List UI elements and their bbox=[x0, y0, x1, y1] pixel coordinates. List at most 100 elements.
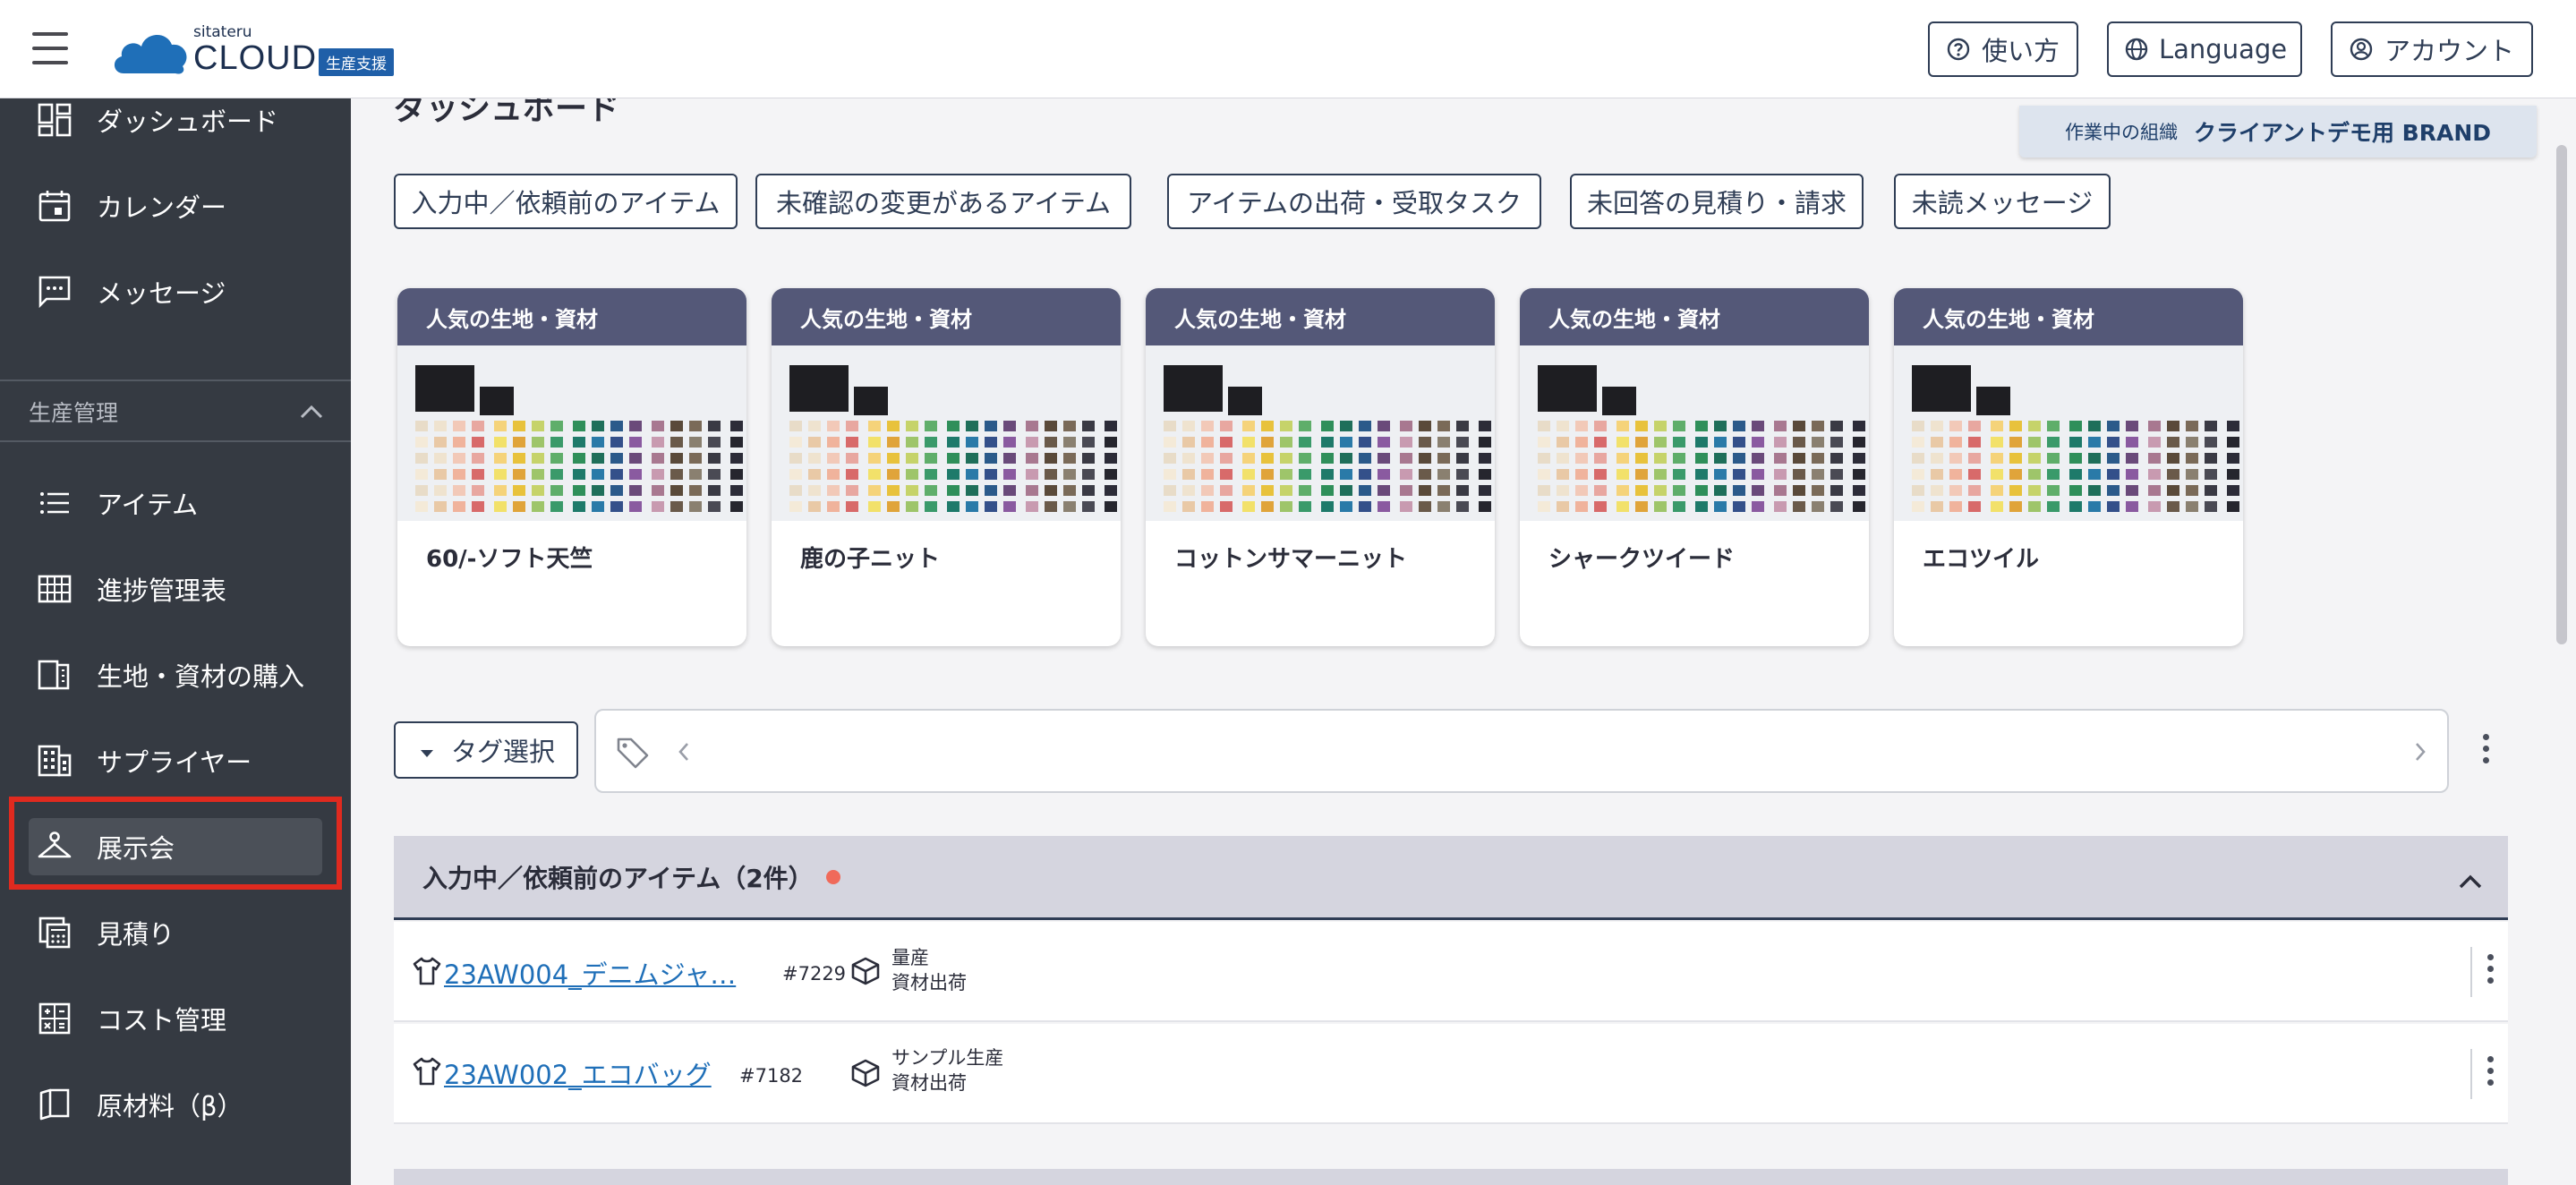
sidebar-item-dashboard[interactable]: ダッシュボード bbox=[29, 91, 322, 149]
sidebar-item-raw-materials[interactable]: 原材料（β） bbox=[29, 1076, 322, 1133]
sidebar-item-supplier[interactable]: サプライヤー bbox=[29, 732, 322, 789]
fabric-card[interactable]: 人気の生地・資材 エコツイル bbox=[1894, 288, 2243, 646]
next-section-header[interactable] bbox=[394, 1169, 2508, 1185]
chevron-up-icon bbox=[299, 399, 324, 425]
grid-table-icon bbox=[36, 570, 73, 608]
sitateru-cloud-logo[interactable]: sitateru CLOUD 生産支援 bbox=[111, 20, 415, 79]
sidebar-label-cost-management: コスト管理 bbox=[97, 1005, 227, 1036]
card-header: 人気の生地・資材 bbox=[397, 288, 746, 345]
org-name: クライアントデモ用 BRAND bbox=[2193, 120, 2492, 146]
sidebar-label-exhibition: 展示会 bbox=[97, 833, 175, 864]
item-type-tag: サンプル生産 資材出荷 bbox=[891, 1045, 1003, 1095]
fabric-swatch-graphic bbox=[1520, 345, 1869, 521]
cost-calculator-icon bbox=[36, 1000, 73, 1037]
tag-select-button[interactable]: タグ選択 bbox=[394, 721, 578, 779]
help-circle-icon bbox=[1946, 37, 1971, 62]
fabric-card[interactable]: 人気の生地・資材 コットンサマーニット bbox=[1146, 288, 1495, 646]
sidebar-label-supplier: サプライヤー bbox=[97, 747, 252, 778]
tshirt-icon bbox=[412, 956, 442, 986]
material-book-icon bbox=[36, 1086, 73, 1123]
card-fabric-name: コットンサマーニット bbox=[1174, 546, 1408, 573]
tag-icon bbox=[616, 736, 650, 773]
more-vert-icon[interactable] bbox=[2481, 734, 2490, 763]
fabric-swatch-image bbox=[1520, 345, 1869, 521]
hamburger-menu-icon[interactable] bbox=[32, 32, 68, 64]
list-icon bbox=[36, 484, 73, 522]
tag-filter-bar bbox=[594, 709, 2449, 793]
fabric-card[interactable]: 人気の生地・資材 鹿の子ニット bbox=[772, 288, 1121, 646]
sidebar-label-message: メッセージ bbox=[97, 278, 226, 309]
sidebar-item-calendar[interactable]: カレンダー bbox=[29, 177, 322, 234]
fabric-card[interactable]: 人気の生地・資材 シャークツイード bbox=[1520, 288, 1869, 646]
card-header: 人気の生地・資材 bbox=[772, 288, 1121, 345]
sidebar-nav: ダッシュボード カレンダー メッセージ 生産管理 アイテム 進捗管理表 生地・資… bbox=[0, 98, 351, 1185]
filter-shipping-tasks[interactable]: アイテムの出荷・受取タスク bbox=[1167, 174, 1541, 229]
card-header: 人気の生地・資材 bbox=[1146, 288, 1495, 345]
sidebar-label-progress-table: 進捗管理表 bbox=[97, 575, 227, 606]
filter-unanswered-estimates[interactable]: 未回答の見積り・請求 bbox=[1570, 174, 1864, 229]
language-label: Language bbox=[2159, 34, 2288, 64]
sidebar-item-items[interactable]: アイテム bbox=[29, 474, 322, 532]
card-fabric-name: 60/-ソフト天竺 bbox=[426, 546, 593, 573]
logo-badge: 生産支援 bbox=[319, 48, 394, 76]
page-scrollbar[interactable] bbox=[2556, 145, 2567, 644]
help-button[interactable]: 使い方 bbox=[1928, 21, 2078, 77]
sidebar-item-message[interactable]: メッセージ bbox=[29, 263, 322, 320]
dashboard-icon bbox=[36, 101, 73, 139]
item-type-tag: 量産 資材出荷 bbox=[891, 945, 967, 995]
tag-select-label: タグ選択 bbox=[451, 737, 556, 767]
sidebar-item-estimate[interactable]: 見積り bbox=[29, 904, 322, 961]
logo-small-text: sitateru bbox=[193, 23, 252, 41]
row-divider bbox=[2470, 1049, 2472, 1099]
item-link[interactable]: 23AW002_エコバッグ bbox=[444, 1054, 712, 1092]
filter-unconfirmed-changes[interactable]: 未確認の変更があるアイテム bbox=[755, 174, 1131, 229]
fabric-swatch-graphic bbox=[772, 345, 1121, 521]
item-type-label: サンプル生産 bbox=[891, 1047, 1004, 1069]
sidebar-label-raw-materials: 原材料（β） bbox=[97, 1091, 243, 1121]
status-dot bbox=[825, 869, 840, 884]
section-in-progress-items[interactable]: 入力中／依頼前のアイテム（2件） bbox=[394, 836, 2508, 920]
calendar-icon bbox=[36, 187, 73, 225]
message-icon bbox=[36, 273, 73, 311]
sidebar-label-dashboard: ダッシュボード bbox=[97, 107, 279, 137]
caret-down-icon bbox=[419, 735, 435, 765]
chevron-up-icon[interactable] bbox=[2458, 866, 2483, 896]
filter-unread-messages[interactable]: 未読メッセージ bbox=[1894, 174, 2111, 229]
sidebar-section-label: 生産管理 bbox=[29, 400, 119, 426]
hanger-icon bbox=[36, 828, 73, 865]
fabric-card[interactable]: 人気の生地・資材 60/-ソフト天竺 bbox=[397, 288, 746, 646]
row-divider bbox=[2470, 947, 2472, 997]
item-id: #7182 bbox=[739, 1065, 804, 1087]
building-icon bbox=[36, 742, 73, 780]
globe-icon bbox=[2125, 37, 2148, 62]
sidebar-divider bbox=[0, 440, 351, 442]
filter-in-progress-items[interactable]: 入力中／依頼前のアイテム bbox=[394, 174, 738, 229]
item-status-label: 資材出荷 bbox=[891, 1072, 967, 1094]
sidebar-item-progress-table[interactable]: 進捗管理表 bbox=[29, 560, 322, 618]
table-row: 23AW004_デニムジャ… #7229 量産 資材出荷 bbox=[394, 922, 2508, 1022]
row-more-vert-icon[interactable] bbox=[2486, 1056, 2495, 1086]
package-icon bbox=[850, 1058, 881, 1088]
main-content: ダッシュボード 作業中の組織 クライアントデモ用 BRAND 入力中／依頼前のア… bbox=[351, 98, 2576, 1185]
fabric-swatch-image bbox=[397, 345, 746, 521]
sidebar-item-cost-management[interactable]: コスト管理 bbox=[29, 990, 322, 1047]
chevron-left-icon[interactable] bbox=[677, 741, 691, 766]
sidebar-label-items: アイテム bbox=[97, 490, 199, 520]
fabric-swatch-image bbox=[1146, 345, 1495, 521]
card-fabric-name: 鹿の子ニット bbox=[800, 546, 941, 573]
language-button[interactable]: Language bbox=[2107, 21, 2302, 77]
table-row: 23AW002_エコバッグ #7182 サンプル生産 資材出荷 bbox=[394, 1024, 2508, 1124]
item-link[interactable]: 23AW004_デニムジャ… bbox=[444, 954, 736, 992]
sidebar-item-exhibition[interactable]: 展示会 bbox=[29, 818, 322, 875]
section-title: 入力中／依頼前のアイテム（2件） bbox=[422, 863, 814, 893]
fabric-swatch-image bbox=[1894, 345, 2243, 521]
sidebar-item-fabric-purchase[interactable]: 生地・資材の購入 bbox=[29, 646, 322, 703]
logo-main-text: CLOUD bbox=[193, 39, 318, 77]
page-title: ダッシュボード bbox=[394, 98, 620, 127]
sidebar-section-production[interactable]: 生産管理 bbox=[29, 394, 324, 430]
fabric-swatch-graphic bbox=[397, 345, 746, 521]
chevron-right-icon[interactable] bbox=[2413, 741, 2427, 766]
row-more-vert-icon[interactable] bbox=[2486, 954, 2495, 984]
sidebar-label-calendar: カレンダー bbox=[97, 192, 227, 223]
account-button[interactable]: アカウント bbox=[2331, 21, 2533, 77]
